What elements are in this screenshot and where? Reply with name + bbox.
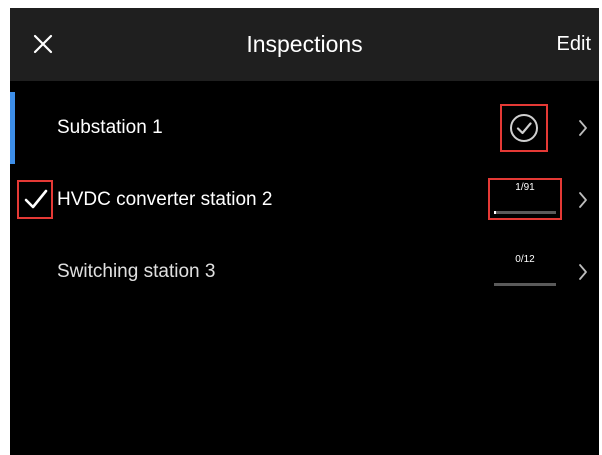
edit-button[interactable]: Edit xyxy=(557,8,591,81)
progress-track xyxy=(494,283,556,286)
list-item-substation-1[interactable]: Substation 1 xyxy=(10,92,599,164)
progress-indicator: 0/12 xyxy=(494,254,556,286)
close-button[interactable] xyxy=(32,33,54,55)
close-icon xyxy=(33,34,53,54)
chevron-right-icon xyxy=(579,192,587,208)
selected-indicator xyxy=(10,92,15,164)
progress-text: 0/12 xyxy=(515,254,535,265)
app-header: Inspections Edit xyxy=(10,8,599,81)
highlight-box xyxy=(488,178,562,220)
chevron-right-icon xyxy=(579,120,587,136)
page-title: Inspections xyxy=(246,31,363,57)
inspection-name: Substation 1 xyxy=(57,117,163,138)
list-item-hvdc-converter-station-2[interactable]: HVDC converter station 2 1/91 xyxy=(10,164,599,236)
inspections-screen: Inspections Edit Substation 1 HVDC conve… xyxy=(10,8,599,455)
inspection-name: HVDC converter station 2 xyxy=(57,189,273,210)
highlight-box xyxy=(500,104,548,152)
list-item-switching-station-3[interactable]: Switching station 3 0/12 xyxy=(10,236,599,308)
chevron-right-icon xyxy=(579,264,587,280)
inspection-name: Switching station 3 xyxy=(57,261,216,282)
highlight-box xyxy=(17,180,53,219)
